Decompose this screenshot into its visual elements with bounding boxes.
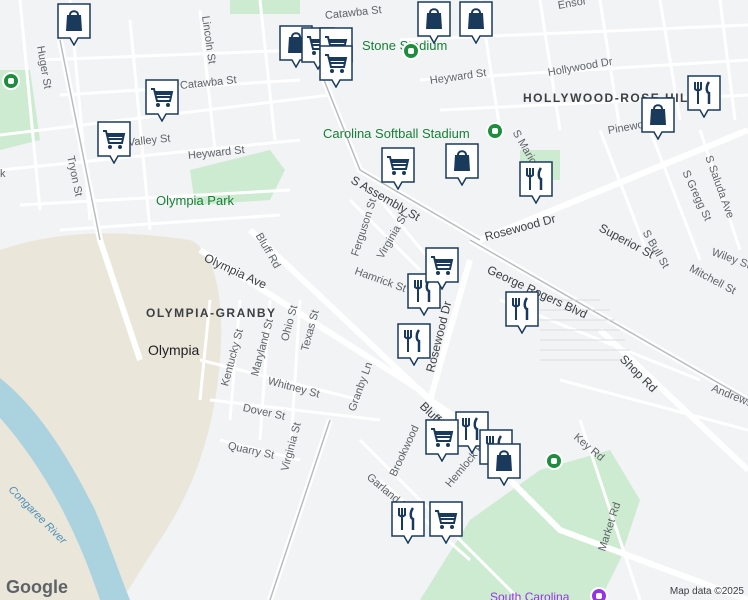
google-logo: Google [6, 577, 68, 597]
street-label: k [0, 168, 6, 180]
restaurant-icon [391, 501, 425, 544]
marker-shopping-cart[interactable] [424, 246, 460, 290]
marker-restaurant[interactable] [504, 290, 540, 334]
city-label: Olympia [148, 342, 200, 358]
shopping-cart-icon [425, 419, 459, 462]
map-canvas[interactable]: OLYMPIA-GRANBY HOLLYWOOD-ROSE HILL Olymp… [0, 0, 748, 600]
shopping-cart-icon [381, 147, 415, 190]
park-label-olympia: Olympia Park [156, 193, 235, 208]
marker-restaurant[interactable] [686, 74, 722, 118]
marker-shopping-cart[interactable] [144, 78, 180, 122]
poi-university-icon[interactable] [590, 587, 608, 600]
marker-shopping-cart[interactable] [428, 500, 464, 544]
shopping-bag-icon [641, 97, 675, 140]
marker-shopping-bag[interactable] [416, 0, 452, 44]
marker-shopping-cart[interactable] [380, 146, 416, 190]
map-attribution: Map data ©2025 [669, 586, 744, 597]
marker-restaurant[interactable] [396, 322, 432, 366]
neighborhood-olympia-granby: OLYMPIA-GRANBY [146, 306, 277, 320]
shopping-cart-icon [319, 45, 353, 88]
restaurant-icon [397, 323, 431, 366]
shopping-bag-icon [459, 1, 493, 44]
park-label-softball: Carolina Softball Stadium [323, 126, 470, 141]
marker-shopping-bag[interactable] [444, 142, 480, 186]
marker-shopping-bag[interactable] [640, 96, 676, 140]
marker-shopping-bag[interactable] [486, 442, 522, 486]
shopping-cart-icon [97, 121, 131, 164]
poi-stadium-icon[interactable] [486, 122, 504, 140]
restaurant-icon [687, 75, 721, 118]
restaurant-icon [519, 161, 553, 204]
marker-shopping-bag[interactable] [56, 2, 92, 46]
shopping-bag-icon [445, 143, 479, 186]
shopping-cart-icon [429, 501, 463, 544]
park-label-south-carolina: South Carolina [490, 590, 570, 600]
poi-park-icon[interactable] [545, 452, 563, 470]
shopping-cart-icon [145, 79, 179, 122]
marker-shopping-cart[interactable] [424, 418, 460, 462]
marker-restaurant[interactable] [390, 500, 426, 544]
poi-stadium-icon[interactable] [402, 42, 420, 60]
shopping-bag-icon [57, 3, 91, 46]
map-base [0, 0, 748, 600]
shopping-cart-icon [425, 247, 459, 290]
marker-shopping-cart[interactable] [318, 44, 354, 88]
marker-shopping-cart[interactable] [96, 120, 132, 164]
park-top [230, 0, 300, 14]
marker-shopping-bag[interactable] [458, 0, 494, 44]
restaurant-icon [505, 291, 539, 334]
shopping-bag-icon [417, 1, 451, 44]
shopping-bag-icon [487, 443, 521, 486]
marker-restaurant[interactable] [518, 160, 554, 204]
poi-park-icon[interactable] [2, 72, 20, 90]
